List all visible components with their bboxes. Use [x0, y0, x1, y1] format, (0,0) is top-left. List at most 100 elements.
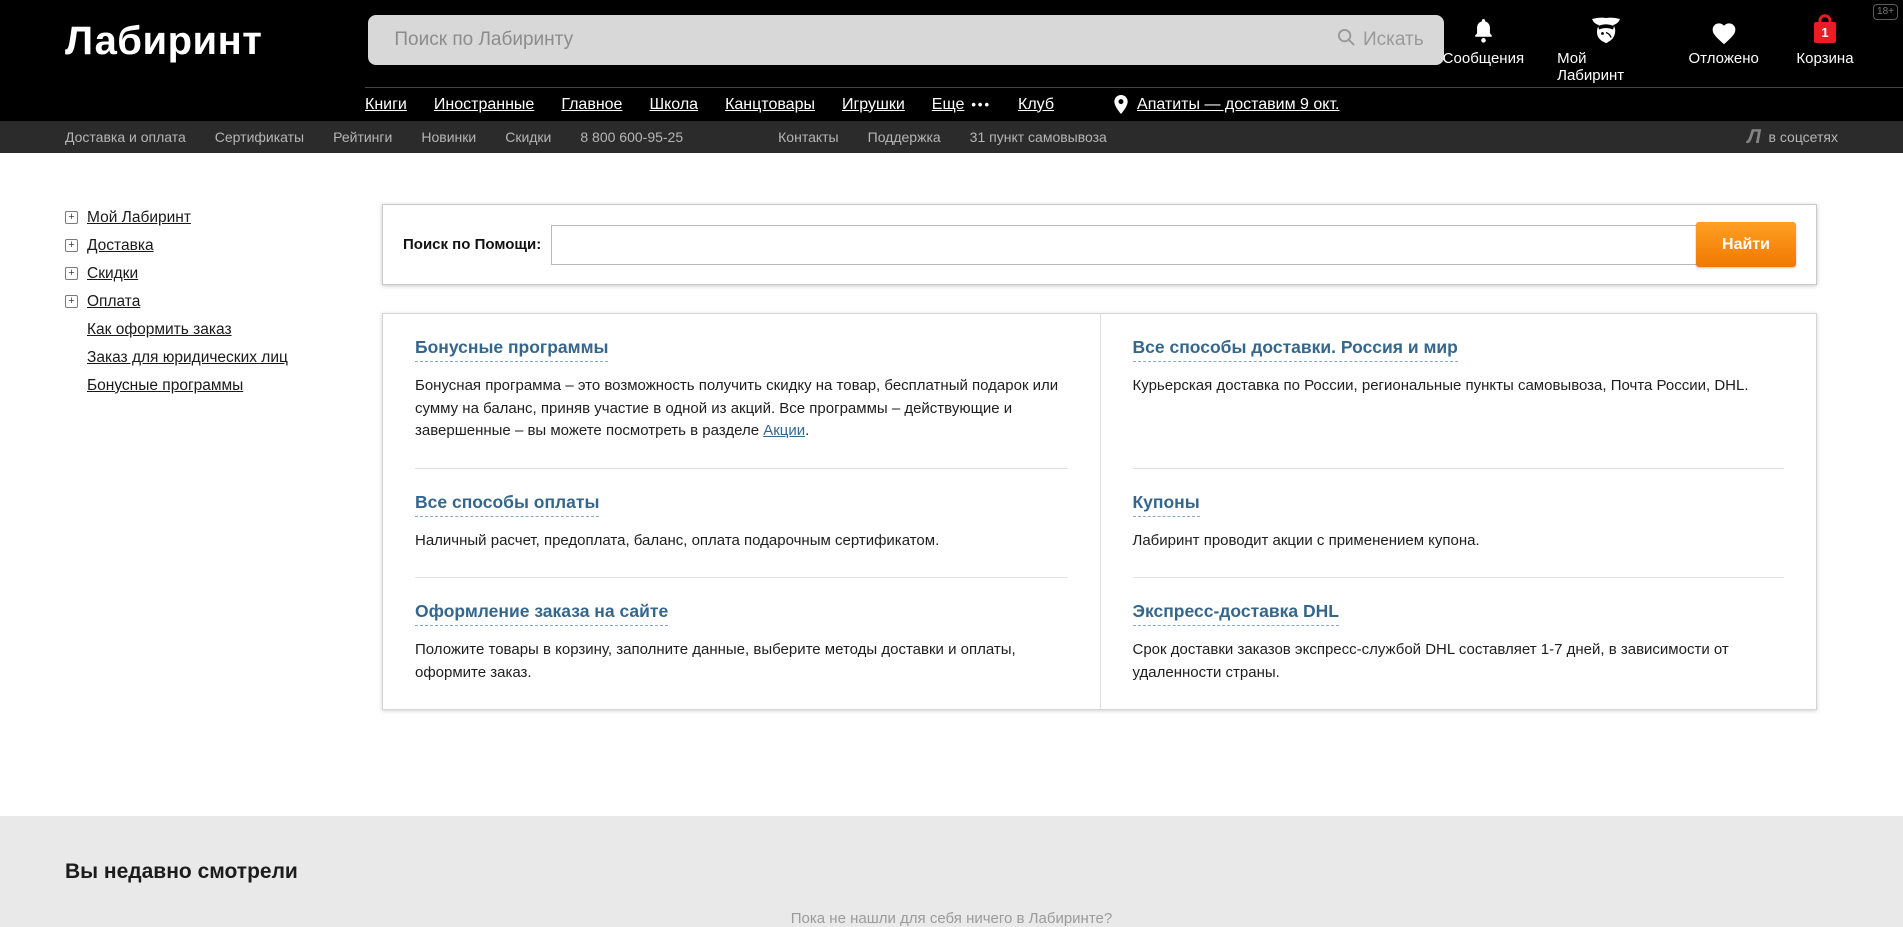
sidebar-link-legal-entities[interactable]: Заказ для юридических лиц: [87, 349, 288, 367]
nav-item-main[interactable]: Главное: [561, 96, 622, 114]
postponed-button[interactable]: Отложено: [1689, 15, 1758, 84]
subnav-ratings[interactable]: Рейтинги: [333, 129, 392, 145]
subnav-support[interactable]: Поддержка: [868, 129, 941, 145]
nav-item-books[interactable]: Книги: [365, 96, 407, 114]
recently-viewed-empty-hint: Пока не нашли для себя ничего в Лабиринт…: [0, 910, 1903, 927]
expand-plus-icon[interactable]: +: [65, 211, 78, 224]
sidebar-item-legal-entities: Заказ для юридических лиц: [87, 348, 382, 367]
help-card-bonus-programs: Бонусные программы Бонусная программа – …: [383, 314, 1100, 469]
footer: Вы недавно смотрели Пока не нашли для се…: [0, 816, 1903, 927]
cart-label: Корзина: [1796, 50, 1853, 67]
nav-item-foreign[interactable]: Иностранные: [434, 96, 534, 114]
find-button[interactable]: Найти: [1696, 222, 1796, 267]
heart-icon: [1710, 15, 1738, 45]
support-phone: 8 800 600-95-25: [580, 129, 683, 145]
header-nav-row: Книги Иностранные Главное Школа Канцтова…: [0, 87, 1903, 121]
delivery-city-selector[interactable]: Апатиты — доставим 9 окт.: [1114, 95, 1339, 114]
subnav-discounts[interactable]: Скидки: [505, 129, 551, 145]
main-area: + Мой Лабиринт + Доставка + Скидки + Опл…: [0, 153, 1903, 816]
help-card-body: Курьерская доставка по России, региональ…: [1133, 375, 1785, 398]
nav-item-more[interactable]: Еще •••: [932, 96, 991, 114]
sidebar-link-how-to-order[interactable]: Как оформить заказ: [87, 321, 232, 339]
cart-button[interactable]: 1 Корзина: [1792, 15, 1858, 84]
help-card-title-link[interactable]: Оформление заказа на сайте: [415, 601, 668, 626]
help-sidebar: + Мой Лабиринт + Доставка + Скидки + Опл…: [0, 153, 382, 816]
sidebar-link-discounts[interactable]: Скидки: [87, 265, 138, 283]
subnav-contacts[interactable]: Контакты: [778, 129, 838, 145]
my-labirint-button[interactable]: Мой Лабиринт: [1557, 15, 1655, 84]
nav-item-toys[interactable]: Игрушки: [842, 96, 905, 114]
help-card-title-link[interactable]: Купоны: [1133, 492, 1200, 517]
find-button-label: Найти: [1722, 236, 1770, 253]
help-search-input[interactable]: [551, 225, 1700, 265]
expand-plus-icon[interactable]: +: [65, 295, 78, 308]
header: Лабиринт Искать Сообщения Мой Лабиринт: [0, 0, 1903, 87]
help-card-body: Положите товары в корзину, заполните дан…: [415, 639, 1068, 684]
social-networks-label: в соцсетях: [1769, 129, 1838, 145]
search-icon: [1337, 28, 1356, 53]
site-search-submit-button[interactable]: Искать: [1337, 28, 1424, 53]
search-submit-label: Искать: [1363, 29, 1424, 51]
site-search-input[interactable]: [394, 29, 1337, 51]
subnav-pickup-points[interactable]: 31 пункт самовывоза: [970, 129, 1107, 145]
nav-item-stationery[interactable]: Канцтовары: [725, 96, 815, 114]
help-card-title-link[interactable]: Все способы оплаты: [415, 492, 599, 517]
site-search[interactable]: Искать: [368, 15, 1443, 65]
my-labirint-label: Мой Лабиринт: [1557, 50, 1655, 84]
recently-viewed-title: Вы недавно смотрели: [0, 816, 1903, 884]
cart-count: 1: [1821, 25, 1828, 40]
messages-button[interactable]: Сообщения: [1444, 15, 1524, 84]
nav-item-school[interactable]: Школа: [649, 96, 698, 114]
sidebar-item-discounts: + Скидки: [65, 264, 382, 283]
expand-plus-icon[interactable]: +: [65, 239, 78, 252]
subnav-certificates[interactable]: Сертификаты: [215, 129, 304, 145]
actions-link[interactable]: Акции: [763, 422, 805, 439]
minotaur-icon: [1588, 15, 1624, 45]
help-card-body: Бонусная программа – это возможность пол…: [415, 375, 1068, 443]
help-topics-panel: Бонусные программы Бонусная программа – …: [382, 313, 1817, 710]
help-card-delivery-methods: Все способы доставки. Россия и мир Курье…: [1100, 314, 1817, 469]
help-search-label: Поиск по Помощи:: [403, 236, 541, 253]
help-search-panel: Поиск по Помощи: Найти: [382, 204, 1817, 285]
nav-item-club[interactable]: Клуб: [1018, 96, 1054, 114]
labirint-lambda-icon: Л: [1744, 126, 1762, 149]
expand-plus-icon[interactable]: +: [65, 267, 78, 280]
delivery-city-label: Апатиты — доставим 9 окт.: [1137, 96, 1339, 114]
sidebar-link-bonus-programs[interactable]: Бонусные программы: [87, 377, 243, 395]
help-card-title-link[interactable]: Бонусные программы: [415, 337, 608, 362]
help-card-dhl-express: Экспресс-доставка DHL Срок доставки зака…: [1100, 578, 1817, 709]
help-card-text-end: .: [805, 422, 809, 439]
help-card-body: Срок доставки заказов экспресс-службой D…: [1133, 639, 1785, 684]
header-quick-links: Сообщения Мой Лабиринт Отложено 1 Корзин…: [1444, 15, 1858, 84]
help-card-title-link[interactable]: Экспресс-доставка DHL: [1133, 601, 1339, 626]
sidebar-item-how-to-order: Как оформить заказ: [87, 320, 382, 339]
postponed-label: Отложено: [1689, 50, 1759, 67]
age-rating-badge: 18+: [1873, 4, 1898, 20]
help-card-payment-methods: Все способы оплаты Наличный расчет, пред…: [383, 469, 1100, 579]
sidebar-item-delivery: + Доставка: [65, 236, 382, 255]
ellipsis-icon: •••: [971, 97, 991, 112]
help-card-body: Лабиринт проводит акции с применением ку…: [1133, 530, 1785, 553]
sidebar-link-my-labirint[interactable]: Мой Лабиринт: [87, 209, 191, 227]
help-card-text: Бонусная программа – это возможность пол…: [415, 377, 1058, 439]
location-pin-icon: [1114, 95, 1128, 114]
bell-icon: [1471, 15, 1496, 45]
social-networks-link[interactable]: Л в соцсетях: [1747, 126, 1839, 149]
nav-more-label: Еще: [932, 96, 965, 114]
help-card-coupons: Купоны Лабиринт проводит акции с примене…: [1100, 469, 1817, 579]
sidebar-link-delivery[interactable]: Доставка: [87, 237, 154, 255]
help-card-order-placement: Оформление заказа на сайте Положите това…: [383, 578, 1100, 709]
secondary-nav: Доставка и оплата Сертификаты Рейтинги Н…: [0, 121, 1903, 153]
messages-label: Сообщения: [1443, 50, 1524, 67]
sidebar-item-payment: + Оплата: [65, 292, 382, 311]
help-content: Поиск по Помощи: Найти Бонусные программ…: [382, 153, 1903, 816]
labirint-logo[interactable]: Лабиринт: [65, 19, 262, 64]
help-card-body: Наличный расчет, предоплата, баланс, опл…: [415, 530, 1068, 553]
sidebar-item-bonus-programs: Бонусные программы: [87, 376, 382, 395]
subnav-new[interactable]: Новинки: [421, 129, 476, 145]
bag-icon: 1: [1810, 15, 1840, 45]
sidebar-item-my-labirint: + Мой Лабиринт: [65, 208, 382, 227]
help-card-title-link[interactable]: Все способы доставки. Россия и мир: [1133, 337, 1458, 362]
subnav-delivery-payment[interactable]: Доставка и оплата: [65, 129, 186, 145]
sidebar-link-payment[interactable]: Оплата: [87, 293, 140, 311]
